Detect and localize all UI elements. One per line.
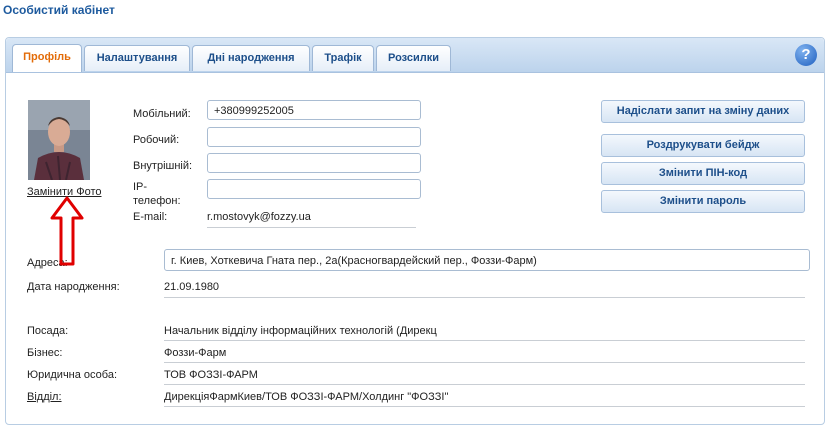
tab-mailings[interactable]: Розсилки bbox=[376, 45, 451, 71]
birth-date-label: Дата народження: bbox=[27, 281, 120, 293]
business-value: Фоззи-Фарм bbox=[164, 347, 227, 359]
department-link[interactable]: Відділ: bbox=[27, 391, 62, 403]
internal-phone-label: Внутрішній: bbox=[133, 160, 193, 172]
page-title: Особистий кабінет bbox=[3, 3, 115, 17]
tab-settings[interactable]: Налаштування bbox=[84, 45, 190, 71]
mobile-label: Мобільний: bbox=[133, 108, 191, 120]
tab-traffic[interactable]: Трафік bbox=[312, 45, 374, 71]
legal-entity-underline bbox=[164, 384, 805, 385]
business-underline bbox=[164, 362, 805, 363]
position-underline bbox=[164, 340, 805, 341]
ip-phone-field[interactable] bbox=[207, 179, 421, 199]
help-icon[interactable]: ? bbox=[795, 44, 817, 66]
legal-entity-value: ТОВ ФОЗЗІ-ФАРМ bbox=[164, 369, 258, 381]
change-password-button[interactable]: Змінити пароль bbox=[601, 190, 805, 213]
change-pin-button[interactable]: Змінити ПІН-код bbox=[601, 162, 805, 185]
person-photo-icon bbox=[28, 100, 90, 180]
ip-phone-label-line2: телефон: bbox=[133, 195, 181, 207]
ip-phone-label-line1: IP- bbox=[133, 181, 148, 193]
position-label: Посада: bbox=[27, 325, 69, 337]
position-value: Начальник відділу інформаційних технолог… bbox=[164, 325, 437, 337]
email-underline bbox=[207, 227, 416, 228]
email-value: r.mostovyk@fozzy.ua bbox=[207, 211, 311, 223]
tab-bar: Профіль Налаштування Дні народження Траф… bbox=[6, 38, 824, 73]
request-change-button[interactable]: Надіслати запит на зміну даних bbox=[601, 100, 805, 123]
work-phone-field[interactable] bbox=[207, 127, 421, 147]
print-badge-button[interactable]: Роздрукувати бейдж bbox=[601, 134, 805, 157]
business-label: Бізнес: bbox=[27, 347, 63, 359]
birth-date-value: 21.09.1980 bbox=[164, 281, 220, 293]
birth-date-underline bbox=[164, 297, 805, 298]
tab-birthdays[interactable]: Дні народження bbox=[192, 45, 310, 71]
mobile-field[interactable]: +380999252005 bbox=[207, 100, 421, 120]
profile-panel: Профіль Налаштування Дні народження Траф… bbox=[5, 37, 825, 425]
department-underline bbox=[164, 406, 805, 407]
profile-photo bbox=[28, 100, 90, 180]
email-label: E-mail: bbox=[133, 211, 168, 223]
address-field[interactable]: г. Киев, Хоткевича Гната пер., 2а(Красно… bbox=[164, 249, 810, 271]
annotation-arrow-icon bbox=[50, 196, 84, 266]
work-phone-label: Робочий: bbox=[133, 134, 180, 146]
tab-profile[interactable]: Профіль bbox=[12, 44, 82, 72]
department-value: ДирекціяФармКиев/ТОВ ФОЗЗІ-ФАРМ/Холдинг … bbox=[164, 391, 449, 403]
internal-phone-field[interactable] bbox=[207, 153, 421, 173]
legal-entity-label: Юридична особа: bbox=[27, 369, 117, 381]
